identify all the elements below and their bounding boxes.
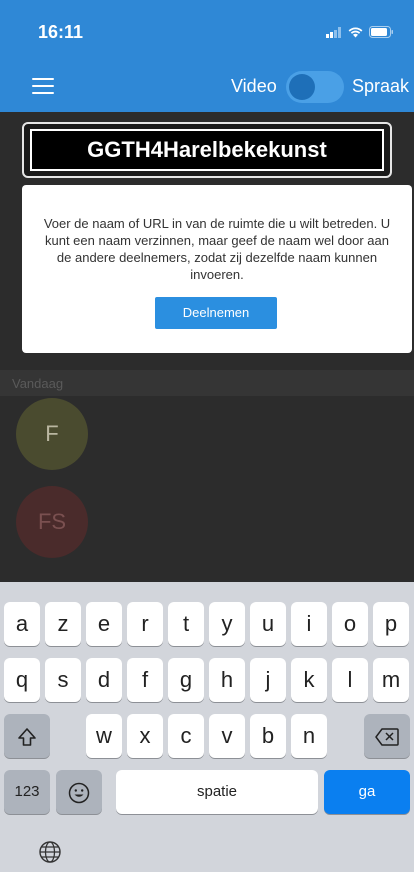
numbers-key[interactable]: 123 bbox=[4, 770, 50, 814]
go-key[interactable]: ga bbox=[324, 770, 410, 814]
key-t[interactable]: t bbox=[168, 602, 204, 646]
emoji-key[interactable] bbox=[56, 770, 102, 814]
key-d[interactable]: d bbox=[86, 658, 122, 702]
key-h[interactable]: h bbox=[209, 658, 245, 702]
key-x[interactable]: x bbox=[127, 714, 163, 758]
mode-spraak-label[interactable]: Spraak bbox=[352, 76, 409, 97]
status-bar: 16:11 bbox=[0, 0, 414, 60]
key-z[interactable]: z bbox=[45, 602, 81, 646]
backspace-icon bbox=[375, 728, 399, 746]
key-o[interactable]: o bbox=[332, 602, 368, 646]
recent-header-label: Vandaag bbox=[12, 376, 64, 391]
recent-avatar[interactable]: F bbox=[16, 398, 88, 470]
join-button[interactable]: Deelnemen bbox=[155, 297, 277, 329]
key-p[interactable]: p bbox=[373, 602, 409, 646]
recent-avatar[interactable]: FS bbox=[16, 486, 88, 558]
key-r[interactable]: r bbox=[127, 602, 163, 646]
room-name-input[interactable]: GGTH4Harelbekekunst bbox=[30, 129, 384, 171]
space-key[interactable]: spatie bbox=[116, 770, 318, 814]
key-u[interactable]: u bbox=[250, 602, 286, 646]
key-i[interactable]: i bbox=[291, 602, 327, 646]
key-b[interactable]: b bbox=[250, 714, 286, 758]
menu-icon[interactable] bbox=[32, 78, 54, 94]
key-c[interactable]: c bbox=[168, 714, 204, 758]
key-a[interactable]: a bbox=[4, 602, 40, 646]
delete-key[interactable] bbox=[364, 714, 410, 758]
key-q[interactable]: q bbox=[4, 658, 40, 702]
status-time: 16:11 bbox=[38, 22, 84, 42]
room-input-container: GGTH4Harelbekekunst bbox=[22, 122, 392, 178]
join-info-text: Voer de naam of URL in van de ruimte die… bbox=[43, 216, 391, 282]
key-v[interactable]: v bbox=[209, 714, 245, 758]
key-l[interactable]: l bbox=[332, 658, 368, 702]
status-icons bbox=[326, 26, 394, 38]
toolbar: Video Spraak bbox=[0, 60, 414, 112]
globe-icon bbox=[39, 841, 61, 863]
key-w[interactable]: w bbox=[86, 714, 122, 758]
mode-video-label[interactable]: Video bbox=[231, 76, 277, 97]
mode-toggle[interactable] bbox=[286, 71, 344, 103]
wifi-icon bbox=[348, 27, 363, 37]
toggle-knob bbox=[289, 74, 315, 100]
battery-icon bbox=[369, 26, 393, 38]
shift-key[interactable] bbox=[4, 714, 50, 758]
key-m[interactable]: m bbox=[373, 658, 409, 702]
key-k[interactable]: k bbox=[291, 658, 327, 702]
signal-icon bbox=[326, 26, 341, 38]
globe-key[interactable] bbox=[38, 840, 62, 869]
key-e[interactable]: e bbox=[86, 602, 122, 646]
recent-list-header: Vandaag bbox=[0, 370, 414, 396]
key-j[interactable]: j bbox=[250, 658, 286, 702]
key-f[interactable]: f bbox=[127, 658, 163, 702]
join-info-card: Voer de naam of URL in van de ruimte die… bbox=[22, 185, 412, 353]
emoji-icon bbox=[68, 782, 90, 804]
key-s[interactable]: s bbox=[45, 658, 81, 702]
shift-icon bbox=[18, 728, 36, 746]
key-g[interactable]: g bbox=[168, 658, 204, 702]
keyboard: a z e r t y u i o p q s d f g h j k l m … bbox=[0, 582, 414, 872]
key-y[interactable]: y bbox=[209, 602, 245, 646]
key-n[interactable]: n bbox=[291, 714, 327, 758]
